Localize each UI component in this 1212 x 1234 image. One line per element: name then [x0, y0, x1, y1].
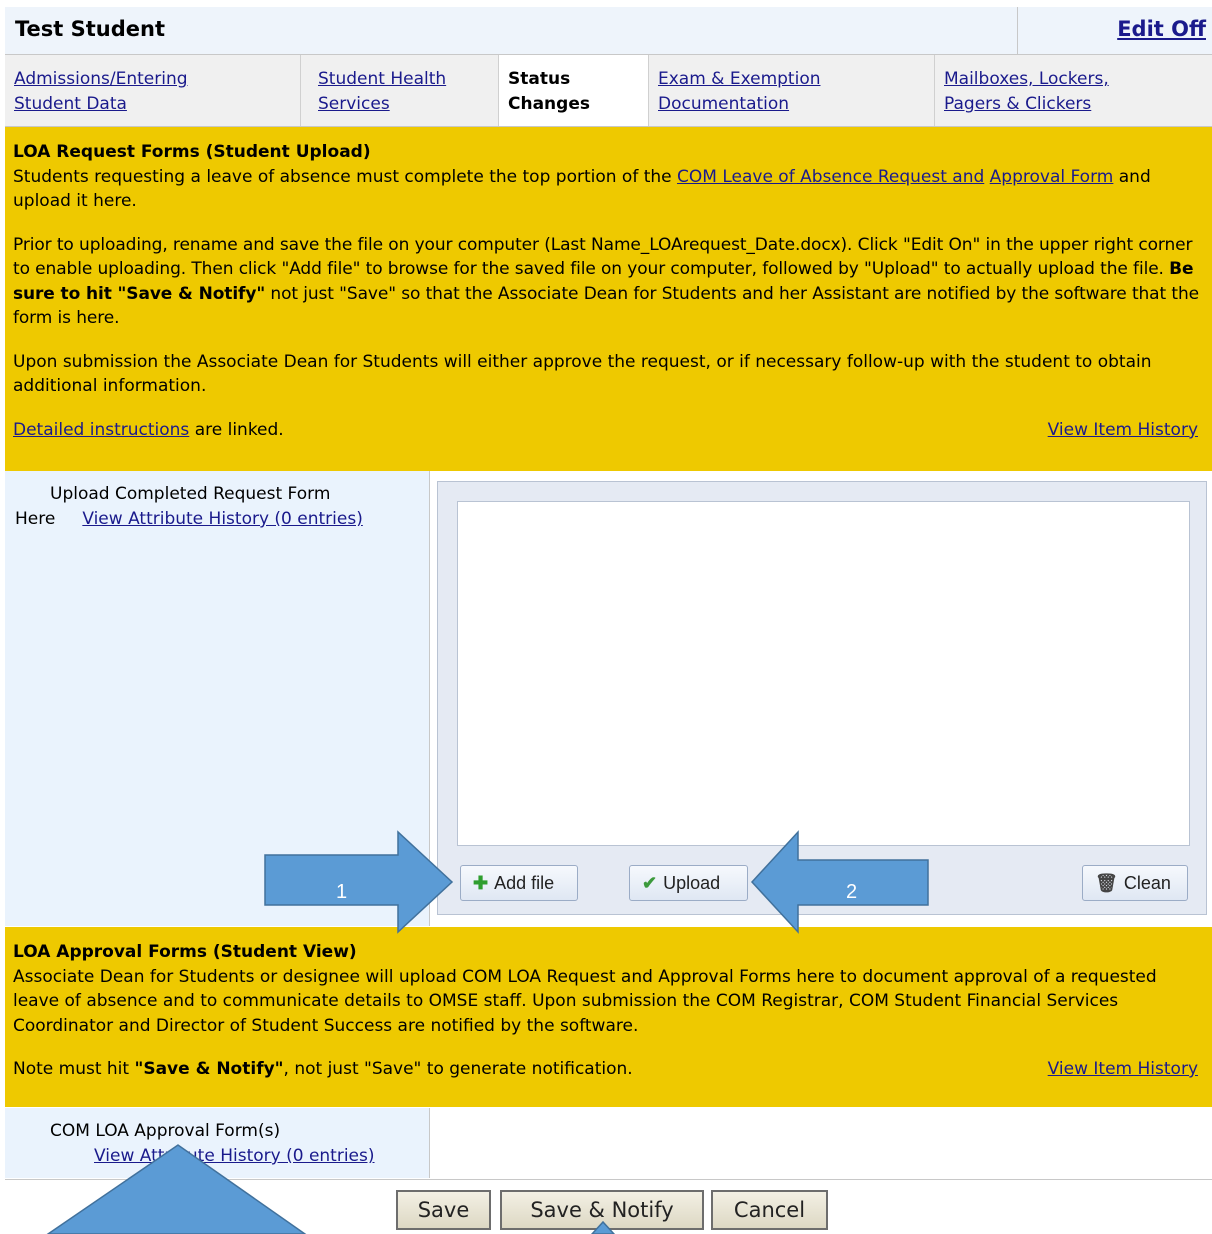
- file-list-area[interactable]: [457, 501, 1190, 846]
- page-header: Test Student Edit Off: [5, 7, 1212, 55]
- checkmark-icon: ✔: [642, 873, 658, 893]
- tab-mailboxes-label-1[interactable]: Mailboxes, Lockers,: [944, 69, 1109, 89]
- add-file-button[interactable]: ✚ Add file: [460, 865, 578, 901]
- note-text-after: , not just "Save" to generate notificati…: [283, 1059, 633, 1079]
- loa-approval-paragraph: Associate Dean for Students or designee …: [13, 966, 1157, 1036]
- view-item-history-link-2[interactable]: View Item History: [1048, 1057, 1198, 1082]
- loa-request-paragraph-2: Prior to uploading, rename and save the …: [13, 233, 1204, 331]
- loa-request-paragraph-1: Students requesting a leave of absence m…: [13, 165, 1204, 214]
- header-divider: [1017, 7, 1018, 54]
- save-button[interactable]: Save: [396, 1190, 491, 1230]
- tab-admissions-label-2[interactable]: Student Data: [14, 94, 127, 114]
- tab-mailboxes-label-2[interactable]: Pagers & Clickers: [944, 94, 1091, 114]
- upload-field-label-cell: Upload Completed Request Form Here View A…: [5, 471, 430, 926]
- cancel-button[interactable]: Cancel: [711, 1190, 828, 1230]
- loa-approval-note: Note must hit "Save & Notify", not just …: [13, 1057, 1204, 1082]
- edit-toggle-link[interactable]: Edit Off: [1117, 17, 1206, 41]
- tab-bar: Admissions/Entering Student Data Student…: [5, 55, 1212, 127]
- tab-exam-exemption-label-2[interactable]: Documentation: [658, 94, 789, 114]
- view-attribute-history-link[interactable]: View Attribute History (0 entries): [82, 509, 363, 529]
- tab-admissions[interactable]: Admissions/Entering Student Data: [5, 55, 301, 126]
- student-name: Test Student: [15, 17, 166, 41]
- detailed-instructions-link[interactable]: Detailed instructions: [13, 420, 189, 440]
- upload-label: Upload: [663, 873, 721, 893]
- add-file-label: Add file: [494, 873, 555, 893]
- loa-request-section: LOA Request Forms (Student Upload) Stude…: [5, 127, 1212, 471]
- tab-exam-exemption-label-1[interactable]: Exam & Exemption: [658, 69, 821, 89]
- loa-approval-section: LOA Approval Forms (Student View) Associ…: [5, 927, 1212, 1107]
- save-and-notify-button[interactable]: Save & Notify: [500, 1190, 704, 1230]
- loa-approval-heading: LOA Approval Forms (Student View): [13, 942, 357, 962]
- view-attribute-history-link-2[interactable]: View Attribute History (0 entries): [94, 1146, 375, 1166]
- tab-status-changes-label-2: Changes: [508, 94, 590, 114]
- upload-button[interactable]: ✔ Upload: [629, 865, 748, 901]
- view-item-history-link[interactable]: View Item History: [1048, 418, 1198, 443]
- upload-field-label-line2: Here View Attribute History (0 entries): [15, 509, 363, 529]
- loa-request-heading: LOA Request Forms (Student Upload): [13, 142, 371, 162]
- com-loa-form-link-cont[interactable]: Approval Form: [990, 167, 1114, 187]
- com-loa-form-link[interactable]: COM Leave of Absence Request and: [677, 167, 984, 187]
- tab-student-health-label-1[interactable]: Student Health: [318, 69, 446, 89]
- note-bold: "Save & Notify": [134, 1059, 284, 1079]
- tab-student-health[interactable]: Student Health Services: [309, 55, 499, 126]
- tab-exam-exemption[interactable]: Exam & Exemption Documentation: [649, 55, 935, 126]
- instructions-text: are linked.: [189, 419, 284, 440]
- tab-admissions-label-1[interactable]: Admissions/Entering: [14, 69, 188, 89]
- clean-button[interactable]: 🗑 Clean: [1082, 865, 1188, 901]
- file-uploader: ✚ Add file ✔ Upload 🗑 Clean: [437, 481, 1207, 915]
- approval-field-label: COM LOA Approval Form(s): [50, 1121, 281, 1141]
- tab-status-changes[interactable]: Status Changes: [499, 55, 649, 126]
- loa-request-paragraph-3: Upon submission the Associate Dean for S…: [13, 351, 1152, 397]
- row-divider: [5, 1179, 1212, 1180]
- p1-text: Students requesting a leave of absence m…: [13, 166, 678, 187]
- plus-icon: ✚: [473, 873, 489, 893]
- trash-icon: 🗑: [1095, 873, 1118, 893]
- instructions-line: Detailed instructions are linked. View I…: [13, 418, 1204, 443]
- upload-field-label: Upload Completed Request Form: [50, 484, 331, 504]
- tab-mailboxes[interactable]: Mailboxes, Lockers, Pagers & Clickers: [935, 55, 1212, 126]
- p2-text: Prior to uploading, rename and save the …: [13, 234, 1193, 280]
- tab-status-changes-label-1: Status: [508, 69, 571, 89]
- clean-label: Clean: [1123, 873, 1171, 893]
- tab-student-health-label-2[interactable]: Services: [318, 94, 390, 114]
- note-text: Note must hit: [13, 1059, 135, 1079]
- upload-field-label-here: Here: [15, 509, 56, 529]
- approval-field-label-cell: COM LOA Approval Form(s) View Attribute …: [5, 1108, 430, 1178]
